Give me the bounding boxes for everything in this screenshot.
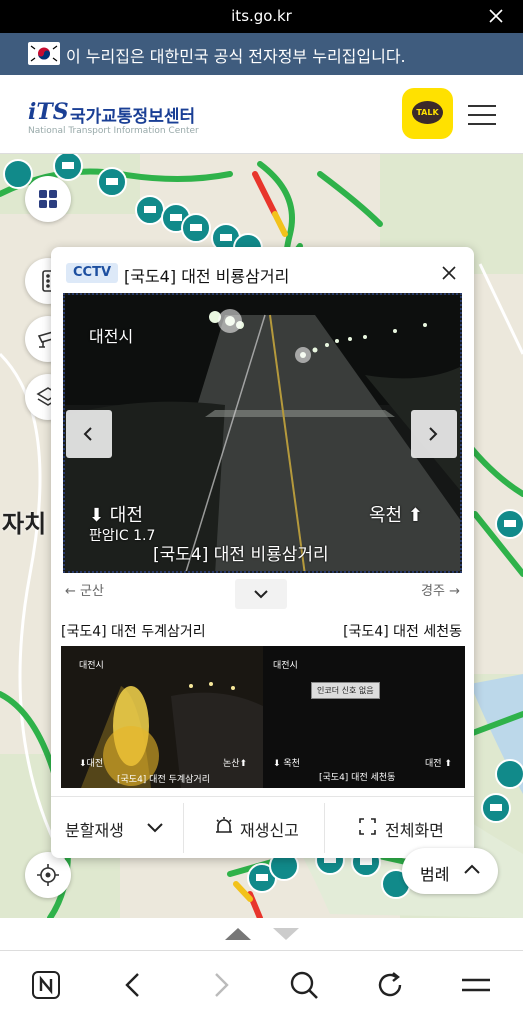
back-icon[interactable] [118, 969, 150, 1001]
korean-flag-icon [28, 42, 60, 65]
logo-korean: 국가교통정보센터 [70, 107, 196, 127]
close-icon[interactable] [442, 266, 456, 280]
legend-label: 범례 [420, 865, 450, 884]
gov-banner-text: 이 누리집은 대한민국 공식 전자정부 누리집입니다. [66, 47, 406, 66]
split-play-label: 분할재생 [65, 821, 124, 840]
report-playback-label: 재생신고 [240, 821, 299, 840]
nearby-2-overlay-status: 인코더 신호 없음 [311, 682, 380, 699]
nearby-cctv-2-name[interactable]: [국도4] 대전 세천동 [343, 621, 462, 641]
legend-button[interactable]: 범례 [402, 848, 498, 894]
url-text: its.go.kr [231, 7, 292, 25]
grid-icon [39, 190, 57, 208]
video-overlay-right: 옥천 ⬆ [369, 505, 423, 526]
nearby-1-overlay-city: 대전시 [79, 661, 104, 671]
menu-icon[interactable] [460, 969, 492, 1001]
kakao-talk-label: TALK [412, 101, 443, 124]
prev-cctv-button[interactable] [66, 410, 112, 458]
search-icon[interactable] [288, 969, 320, 1001]
next-cctv-button[interactable] [411, 410, 457, 458]
nearby-1-overlay-left: ⬇대전 [79, 759, 104, 769]
naver-n-icon[interactable] [30, 969, 62, 1001]
refresh-icon[interactable] [374, 969, 406, 1001]
prev-direction-label[interactable]: ← 군산 [65, 580, 104, 599]
nearby-1-overlay-caption: [국도4] 대전 두계삼거리 [117, 775, 210, 785]
my-location-button[interactable] [25, 852, 71, 898]
alarm-icon [216, 817, 232, 833]
toolbar-handle[interactable] [0, 918, 523, 950]
nearby-cctv-1-name[interactable]: [국도4] 대전 두계삼거리 [61, 621, 206, 641]
hamburger-menu-icon[interactable] [468, 105, 496, 125]
forward-icon[interactable] [204, 969, 236, 1001]
map-place-label: 자치 [2, 510, 47, 538]
close-icon[interactable] [489, 9, 503, 23]
split-play-select[interactable]: 분할재생 [51, 797, 183, 858]
handle-arrows [225, 928, 299, 940]
cctv-title: [국도4] 대전 비룡삼거리 [124, 267, 290, 286]
site-header: iTS 국가교통정보센터 National Transport Informat… [0, 75, 523, 154]
chevron-down-icon [254, 590, 268, 599]
cctv-badge: CCTV [66, 263, 119, 283]
logo-mark: iTS [28, 99, 69, 125]
gov-banner: 이 누리집은 대한민국 공식 전자정부 누리집입니다. [0, 33, 523, 75]
browser-url-bar[interactable]: its.go.kr [0, 0, 523, 33]
chevron-left-icon [83, 427, 92, 441]
cctv-action-bar: 분할재생 재생신고 전체화면 [51, 797, 474, 858]
chevron-up-icon [464, 864, 480, 874]
video-overlay-city: 대전시 [89, 327, 134, 346]
browser-toolbar [0, 950, 523, 1024]
kakao-talk-button[interactable]: TALK [402, 88, 453, 139]
expand-list-button[interactable] [235, 579, 287, 609]
cctv-main-video[interactable]: 대전시 ⬇ 대전 판암IC 1.7 옥천 ⬆ [국도4] 대전 비룡삼거리 [63, 293, 462, 573]
locate-icon [37, 864, 59, 886]
next-direction-label[interactable]: 경주 → [421, 580, 460, 599]
video-overlay-caption: [국도4] 대전 비룡삼거리 [153, 545, 329, 565]
video-overlay-left: ⬇ 대전 [89, 505, 143, 526]
nearby-2-overlay-right: 대전 ⬆ [425, 759, 452, 769]
fullscreen-icon [359, 818, 376, 835]
chevron-down-icon [147, 823, 163, 833]
nearby-1-overlay-right: 논산⬆ [223, 759, 248, 769]
nearby-2-overlay-left: ⬇ 옥천 [273, 759, 300, 769]
fullscreen-label: 전체화면 [385, 821, 444, 840]
report-playback-button[interactable]: 재생신고 [184, 797, 324, 858]
cctv-panel: CCTV [국도4] 대전 비룡삼거리 대전시 ⬇ 대전 판암IC 1.7 옥천… [51, 247, 474, 858]
nearby-2-overlay-city: 대전시 [273, 661, 298, 671]
nearby-cctv-2-video[interactable]: 대전시 인코더 신호 없음 ⬇ 옥천 대전 ⬆ [국도4] 대전 세천동 [263, 646, 465, 788]
nearby-2-overlay-caption: [국도4] 대전 세천동 [319, 773, 396, 783]
logo-english: National Transport Information Center [28, 126, 199, 136]
grid-menu-button[interactable] [25, 176, 71, 222]
nearby-cctv-1-video[interactable]: 대전시 ⬇대전 논산⬆ [국도4] 대전 두계삼거리 [61, 646, 263, 788]
video-overlay-ic: 판암IC 1.7 [89, 528, 156, 544]
chevron-right-icon [429, 427, 438, 441]
